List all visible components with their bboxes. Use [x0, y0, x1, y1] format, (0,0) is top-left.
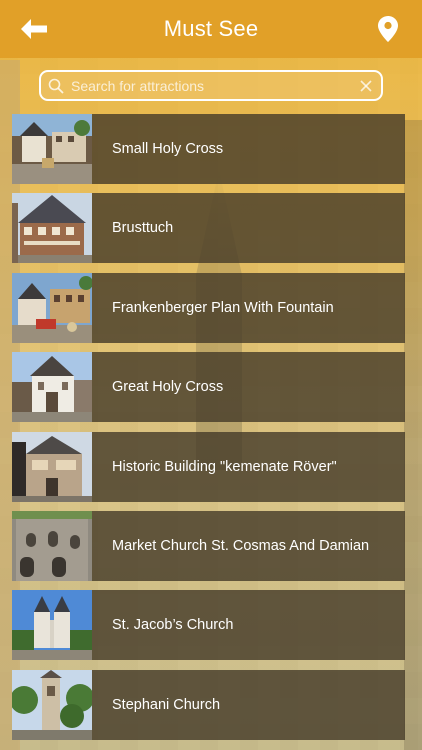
back-button[interactable] — [18, 16, 50, 42]
attraction-thumbnail — [12, 510, 92, 581]
attraction-name: Market Church St. Cosmas And Damian — [112, 537, 370, 554]
list-item[interactable]: St. Jacob’s Church — [12, 590, 405, 661]
list-item[interactable]: Frankenberger Plan With Fountain — [12, 272, 405, 343]
search-icon — [41, 72, 71, 99]
attraction-thumbnail — [12, 272, 92, 343]
attraction-name: Small Holy Cross — [112, 141, 224, 157]
attraction-name: St. Jacob’s Church — [112, 617, 234, 634]
attraction-thumbnail — [12, 669, 92, 740]
attraction-name: Stephani Church — [112, 696, 221, 713]
attraction-thumbnail — [12, 114, 92, 184]
attractions-list: Small Holy Cross Brusttuch Frankenberger… — [12, 114, 405, 749]
clear-search-button[interactable] — [351, 72, 381, 99]
attraction-thumbnail — [12, 590, 92, 661]
list-item[interactable]: Stephani Church — [12, 669, 405, 740]
arrow-left-icon — [21, 19, 47, 39]
attraction-name: Historic Building "kemenate Röver" — [112, 458, 337, 475]
list-item[interactable]: Market Church St. Cosmas And Damian — [12, 510, 405, 581]
list-item[interactable]: Great Holy Cross — [12, 352, 405, 423]
attraction-thumbnail — [12, 193, 92, 264]
close-icon — [360, 79, 372, 92]
attraction-name: Brusttuch — [112, 220, 174, 237]
search-input[interactable] — [71, 72, 351, 99]
header-bar: Must See — [0, 0, 422, 58]
search-bar — [39, 70, 383, 101]
attraction-thumbnail — [12, 352, 92, 423]
attraction-thumbnail — [12, 431, 92, 502]
attraction-name: Great Holy Cross — [112, 379, 224, 396]
list-item[interactable]: Brusttuch — [12, 193, 405, 264]
map-pin-icon — [378, 16, 398, 42]
list-item[interactable]: Historic Building "kemenate Röver" — [12, 431, 405, 502]
list-item[interactable]: Small Holy Cross — [12, 114, 405, 184]
background-house-right — [404, 120, 422, 750]
page-title: Must See — [163, 16, 259, 41]
map-button[interactable] — [376, 15, 400, 43]
attraction-name: Frankenberger Plan With Fountain — [112, 299, 334, 316]
